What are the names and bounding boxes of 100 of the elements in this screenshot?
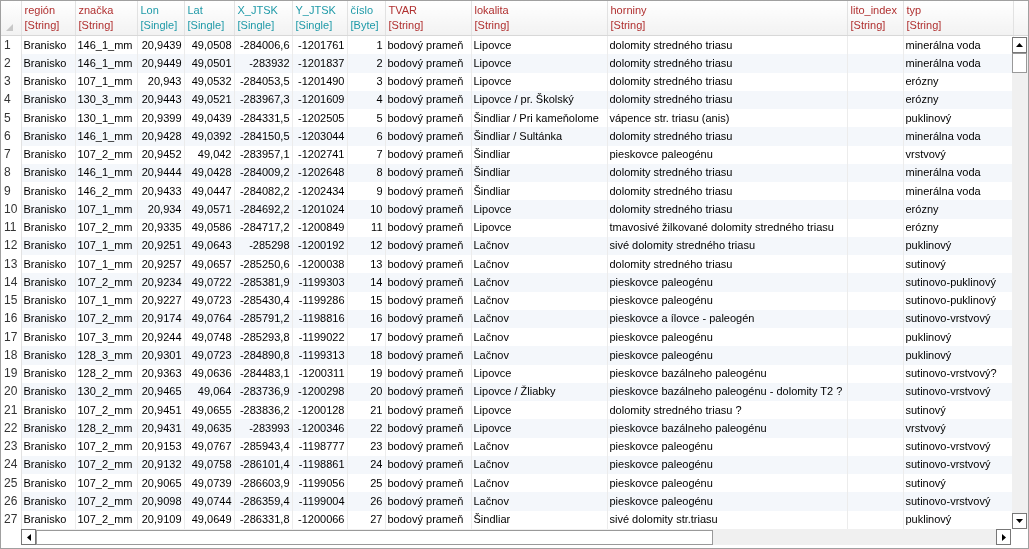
column-header[interactable]: Y_JTSK [Single] [292,1,347,36]
row-number: 25 [1,474,21,493]
table-cell: -1200066 [292,510,347,529]
row-number: 26 [1,492,21,511]
table-cell: 20,9428 [137,127,184,146]
scroll-left-button[interactable] [21,529,36,545]
table-cell: -1199303 [292,273,347,292]
table-cell: 49,0764 [184,309,234,328]
table-cell: 20,9301 [137,346,184,365]
table-cell: -283993 [234,419,292,438]
table-cell: bodový prameň [385,419,471,438]
table-cell: -285943,4 [234,437,292,456]
table-cell: 107_1_mm [75,236,137,255]
table-cell: 49,0501 [184,54,234,73]
table-cell: 49,0521 [184,90,234,109]
table-cell: 20 [347,382,385,401]
scroll-right-button[interactable] [996,529,1011,545]
table-cell: -1198777 [292,437,347,456]
table-cell: -1202741 [292,145,347,164]
column-header[interactable]: typ [String] [903,1,1013,36]
table-cell: Branisko [21,346,75,365]
table-cell: pieskovce bazálneho paleogénu - dolomity T2 ? [607,382,847,401]
table-cell: Šindliar [471,163,607,182]
up-arrow-icon [1016,43,1023,47]
table-cell: sivé dolomity str.triasu [607,510,847,529]
table-cell: 49,0744 [184,492,234,511]
scroll-down-button[interactable] [1012,513,1027,529]
table-cell: 107_2_mm [75,273,137,292]
table-cell: Lipovce / pr. Školský [471,90,607,109]
table-cell: Lipovce [471,419,607,438]
column-header[interactable]: TVAR [String] [385,1,471,36]
scroll-thumb[interactable] [36,529,713,545]
table-cell: 130_2_mm [75,382,137,401]
row-number: 10 [1,200,21,219]
scroll-thumb[interactable] [1012,53,1027,73]
table-cell: 107_2_mm [75,510,137,529]
table-cell: dolomity stredného triasu [607,200,847,219]
table-cell: Branisko [21,163,75,182]
sort-grip-icon [6,24,13,31]
column-header[interactable]: X_JTSK [Single] [234,1,292,36]
table-cell: -1201490 [292,72,347,91]
table-cell: Branisko [21,492,75,511]
table-cell: 18 [347,346,385,365]
table-cell: 128_2_mm [75,364,137,383]
table-cell: 128_3_mm [75,346,137,365]
table-cell: -283932 [234,54,292,73]
column-header[interactable]: región [String] [21,1,75,36]
table-cell: 19 [347,364,385,383]
column-header[interactable]: Lon [Single] [137,1,184,36]
scroll-up-button[interactable] [1012,37,1027,53]
table-cell: 107_2_mm [75,145,137,164]
table-cell: -1201609 [292,90,347,109]
table-cell: -1202648 [292,163,347,182]
column-header[interactable]: značka [String] [75,1,137,36]
column-header[interactable]: Lat [Single] [184,1,234,36]
table-cell: 20,9363 [137,364,184,383]
table-cell: -283957,1 [234,145,292,164]
table-cell: vrstvový [903,419,1013,438]
table-cell: 20,9132 [137,455,184,474]
table-cell: Branisko [21,455,75,474]
table-cell: 49,0723 [184,346,234,365]
table-cell: 20,934 [137,200,184,219]
table-cell: 20,9444 [137,163,184,182]
table-cell: Lačnov [471,236,607,255]
table-cell: sivé dolomity stredného triasu [607,236,847,255]
table-cell: -283967,3 [234,90,292,109]
column-header[interactable]: číslo [Byte] [347,1,385,36]
table-cell: puklinový [903,236,1013,255]
table-cell: Šindliar [471,145,607,164]
table-cell: 128_2_mm [75,419,137,438]
column-header[interactable]: lokalita [String] [471,1,607,36]
table-cell: Lipovce [471,72,607,91]
table-cell: 20,9234 [137,273,184,292]
column-header[interactable]: lito_index [String] [847,1,903,36]
row-number: 17 [1,328,21,347]
table-cell: 20,9227 [137,291,184,310]
row-number: 18 [1,346,21,365]
table-cell: 20,9465 [137,382,184,401]
vertical-scrollbar[interactable] [1012,37,1028,529]
table-cell: erózny [903,200,1013,219]
table-cell: 107_2_mm [75,309,137,328]
table-cell: -285430,4 [234,291,292,310]
horizontal-scrollbar[interactable] [21,529,1011,545]
table-cell: 23 [347,437,385,456]
table-cell: -284053,5 [234,72,292,91]
table-cell: 12 [347,236,385,255]
table-cell: 107_1_mm [75,291,137,310]
table-cell: dolomity stredného triasu [607,72,847,91]
row-number: 9 [1,182,21,201]
column-header[interactable]: horniny [String] [607,1,847,36]
table-cell: 20,9449 [137,54,184,73]
table-cell: Lipovce / Žliabky [471,382,607,401]
table-cell: 4 [347,90,385,109]
table-cell: bodový prameň [385,145,471,164]
table-cell: 2 [347,54,385,73]
table-cell: Lipovce [471,218,607,237]
table-cell: dolomity stredného triasu [607,54,847,73]
table-cell: -1199313 [292,346,347,365]
table-cell: -1200298 [292,382,347,401]
table-cell: pieskovce paleogénu [607,291,847,310]
